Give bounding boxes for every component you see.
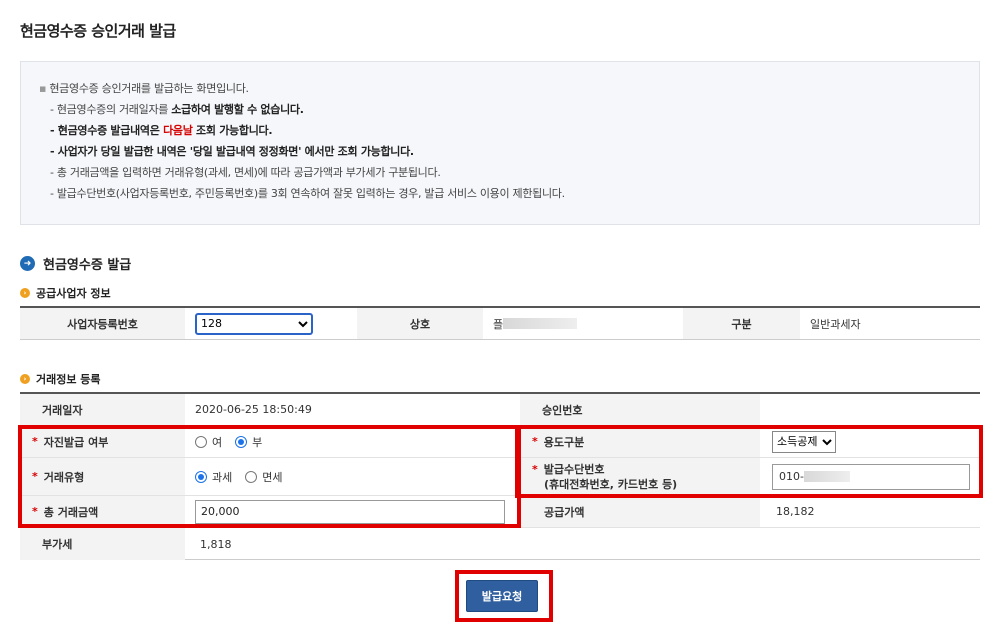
- table-row: 거래일자 2020-06-25 18:50:49 승인번호: [20, 394, 980, 426]
- transaction-subtitle: › 거래정보 등록: [20, 371, 101, 387]
- tx-type-exempt-radio[interactable]: [245, 470, 258, 483]
- vat-label: 부가세: [20, 528, 185, 560]
- tx-type-taxable-radio[interactable]: [195, 470, 207, 483]
- masked-text: [503, 318, 578, 329]
- chevron-right-icon: ›: [20, 374, 30, 384]
- date-label: 거래일자: [20, 394, 185, 425]
- means-cell: 010-: [772, 458, 977, 495]
- table-row: * 자진발급 여부 여 부 * 용도구분 소득공제: [20, 426, 980, 458]
- usage-select[interactable]: 소득공제: [772, 430, 836, 453]
- supply-value: 18,182: [776, 505, 815, 518]
- biz-no-label: 사업자등록번호: [20, 308, 185, 339]
- type-value: 일반과세자: [800, 308, 980, 339]
- self-issue-options: 여 부: [195, 426, 515, 457]
- chevron-right-icon: ›: [20, 288, 30, 298]
- date-value: 2020-06-25 18:50:49: [195, 403, 312, 416]
- means-input[interactable]: 010-: [772, 463, 970, 490]
- page-title: 현금영수증 승인거래 발급: [20, 22, 176, 40]
- vat-value: 1,818: [200, 537, 232, 551]
- supply-label: 공급가액: [520, 496, 760, 527]
- notice-line-6: - 발급수단번호(사업자등록번호, 주민등록번호)를 3회 연속하여 잘못 입력…: [50, 187, 565, 200]
- means-label: * 발급수단번호 (휴대전화번호, 카드번호 등): [520, 458, 760, 495]
- biz-no-select[interactable]: 128: [195, 312, 313, 335]
- tx-type-options: 과세 면세: [195, 458, 515, 495]
- name-value: 플: [483, 308, 683, 339]
- table-row: *총 거래금액 공급가액 18,182: [20, 496, 980, 528]
- approval-label: 승인번호: [520, 394, 760, 425]
- masked-text: [803, 471, 850, 482]
- table-row: * 거래유형 과세 면세 * 발급수단번호 (휴대전화번호, 카드번호 등) 010…: [20, 458, 980, 496]
- total-label: * 총 거래금액: [20, 496, 185, 527]
- submit-button[interactable]: 발급요청: [466, 580, 538, 612]
- table-row: 부가세 1,818: [20, 528, 980, 560]
- notice-box: ▪ 현금영수증 승인거래를 발급하는 화면입니다. - 현금영수증의 거래일자를…: [20, 61, 980, 225]
- approval-value: [776, 394, 976, 425]
- notice-line-4: - 사업자가 당일 발급한 내역은 '당일 발급내역 정정화면' 에서만 조회 …: [50, 145, 414, 158]
- supplier-table: 사업자등록번호 128 상호 플 구분 일반과세자: [20, 306, 980, 340]
- name-label: 상호: [357, 308, 483, 339]
- biz-no-cell: 128: [185, 308, 357, 339]
- arrow-right-icon: ➜: [20, 256, 35, 271]
- transaction-table: 거래일자 2020-06-25 18:50:49 승인번호 * 자진발급 여부 여…: [20, 392, 980, 560]
- notice-line-2: - 현금영수증의 거래일자를 소급하여 발행할 수 없습니다.: [50, 103, 304, 116]
- type-label: 구분: [683, 308, 800, 339]
- usage-label: * 용도구분: [520, 426, 760, 457]
- total-cell: [195, 496, 515, 527]
- self-issue-yes-radio[interactable]: [195, 435, 207, 448]
- usage-cell: 소득공제: [772, 426, 972, 457]
- notice-line-5: - 총 거래금액을 입력하면 거래유형(과세, 면세)에 따라 공급가액과 부가…: [50, 166, 441, 179]
- self-issue-label: * 자진발급 여부: [20, 426, 185, 457]
- total-amount-input[interactable]: [195, 499, 505, 524]
- self-issue-no-radio[interactable]: [235, 435, 248, 448]
- tx-type-label: * 거래유형: [20, 458, 185, 495]
- notice-line-1: ▪ 현금영수증 승인거래를 발급하는 화면입니다.: [39, 82, 249, 95]
- notice-line-3: - 현금영수증 발급내역은 다음날 조회 가능합니다.: [50, 124, 273, 137]
- supplier-subtitle: › 공급사업자 정보: [20, 285, 111, 301]
- section-title: ➜ 현금영수증 발급: [20, 254, 131, 273]
